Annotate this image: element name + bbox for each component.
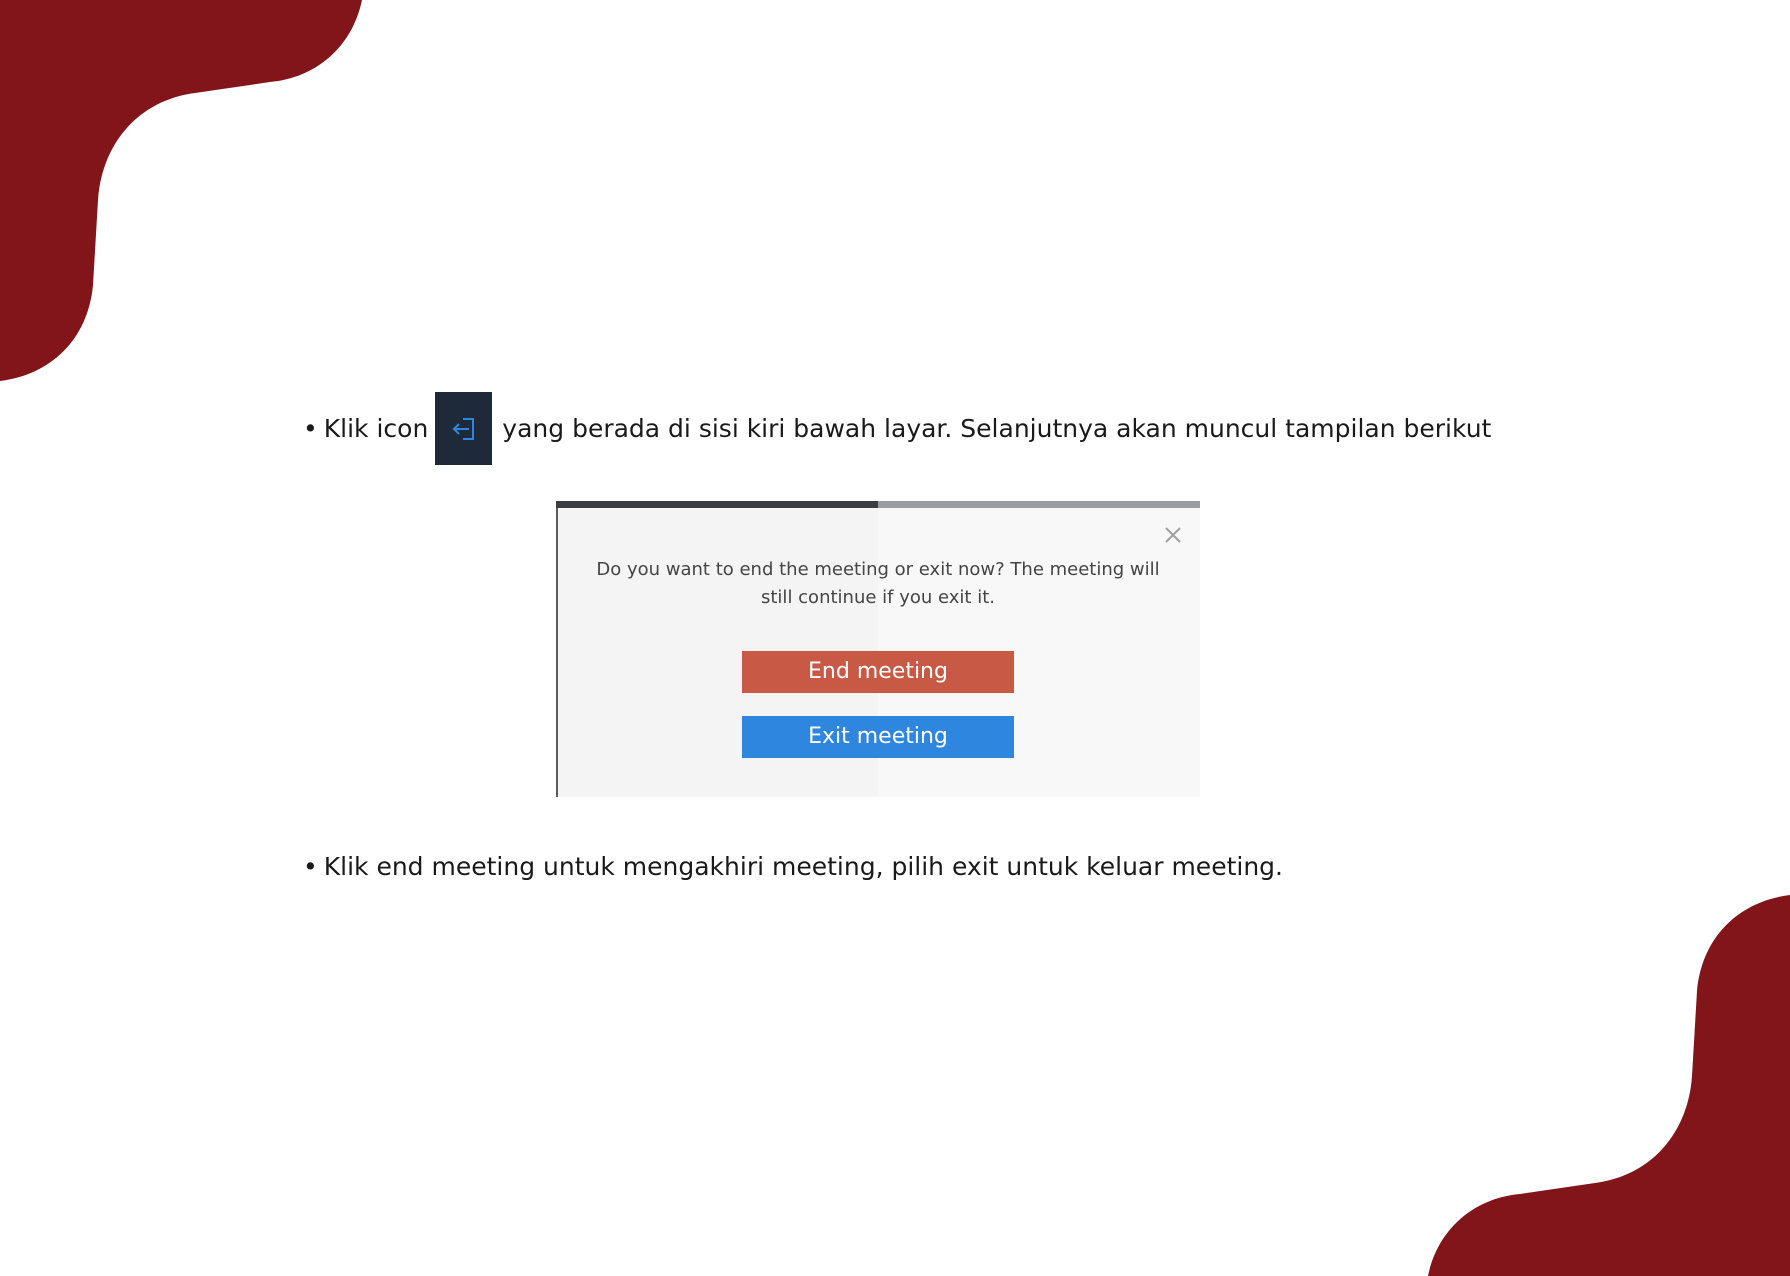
end-meeting-button[interactable]: End meeting	[742, 651, 1014, 693]
close-icon[interactable]	[1162, 524, 1184, 546]
corner-decoration-bottom-right	[1428, 880, 1790, 1276]
instruction-text: Klik end meeting untuk mengakhiri meetin…	[323, 852, 1283, 881]
meeting-exit-dialog: Do you want to end the meeting or exit n…	[556, 501, 1200, 797]
dialog-top-strip	[556, 501, 878, 508]
bullet-marker: •	[303, 413, 318, 443]
exit-meeting-button[interactable]: Exit meeting	[742, 716, 1014, 758]
dialog-border	[556, 508, 558, 797]
instruction-text-before-icon: Klik icon	[323, 413, 429, 443]
corner-decoration-top-left	[0, 0, 362, 381]
instruction-line-2: • Klik end meeting untuk mengakhiri meet…	[303, 851, 1283, 883]
bullet-marker: •	[303, 852, 318, 881]
instruction-line-1: • Klik icon yang berada di sisi kiri baw…	[303, 392, 1491, 465]
dialog-message-line-1: Do you want to end the meeting or exit n…	[596, 559, 1160, 580]
exit-door-arrow-icon	[435, 392, 493, 465]
dialog-message-line-2: still continue if you exit it.	[761, 587, 995, 608]
instruction-text-after-icon: yang berada di sisi kiri bawah layar. Se…	[502, 413, 1492, 443]
dialog-message: Do you want to end the meeting or exit n…	[586, 556, 1170, 612]
dialog-top-strip	[878, 501, 1200, 508]
